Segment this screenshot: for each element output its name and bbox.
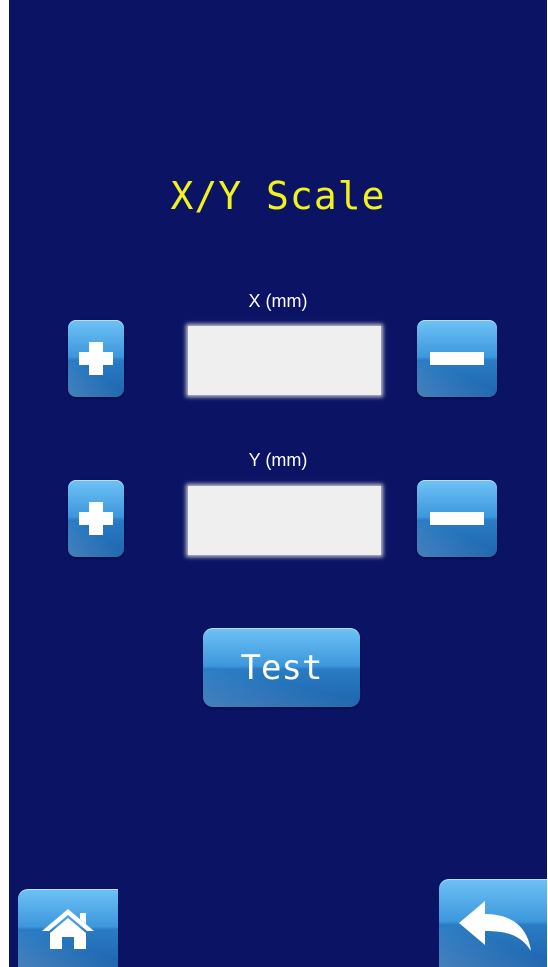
- y-decrease-button[interactable]: [417, 480, 497, 557]
- x-decrease-button[interactable]: [417, 320, 497, 397]
- page-title: X/Y Scale: [170, 174, 386, 218]
- y-axis-label: Y (mm): [248, 450, 308, 470]
- home-button[interactable]: [18, 889, 118, 967]
- home-icon: [42, 909, 94, 949]
- x-scale-input[interactable]: [188, 326, 381, 395]
- back-arrow-icon: [459, 901, 531, 951]
- back-button[interactable]: [439, 879, 547, 967]
- xy-scale-screen: X/Y Scale X (mm) Y (mm) Test: [9, 0, 547, 967]
- x-increase-button[interactable]: [68, 320, 124, 397]
- test-button-label: Test: [240, 647, 323, 688]
- y-scale-input[interactable]: [188, 486, 381, 555]
- x-axis-label: X (mm): [248, 291, 308, 311]
- test-button[interactable]: Test: [203, 628, 360, 707]
- y-increase-button[interactable]: [68, 480, 124, 557]
